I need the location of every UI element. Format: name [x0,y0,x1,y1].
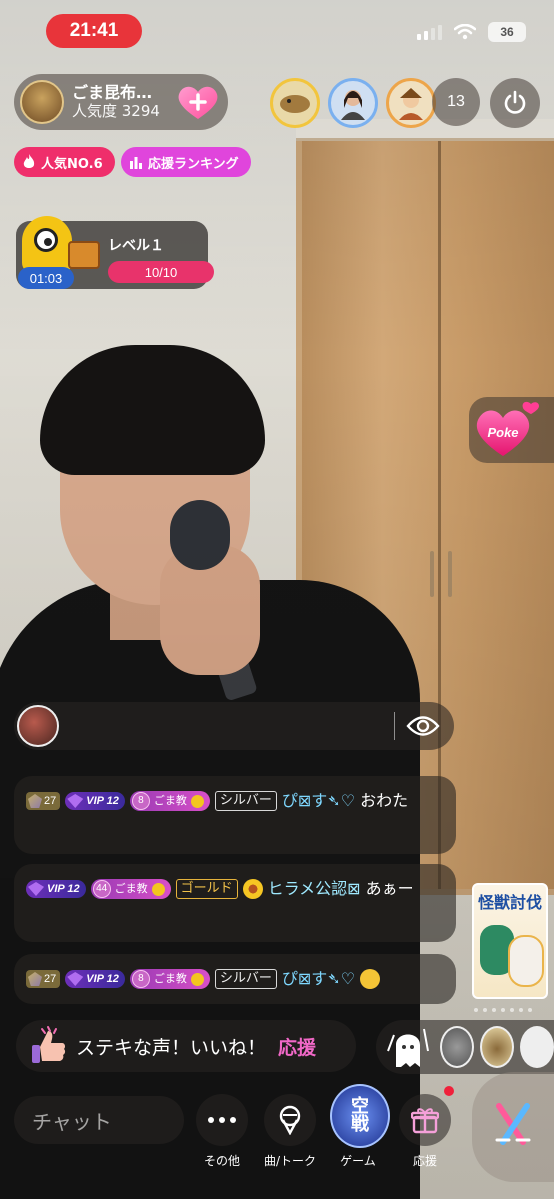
level-card[interactable]: 01:03 レベル１ 10/10 [16,216,214,289]
rank-badge: シルバー [214,969,277,989]
character-icon [508,935,544,987]
quick-reaction-button[interactable]: ステキな声！いいね！ 応援 [16,1020,356,1072]
bar-chart-icon [130,157,142,169]
user-level-badge: 27 [26,792,61,810]
notification-dot [444,1086,454,1096]
chat-message[interactable]: 27 VIP 12 8 ごま教 シルバー ぴ⊠す➴♡ おわた [14,776,456,854]
popularity-rank-label: 人気NO.6 [41,156,103,172]
top-gifter-avatar[interactable] [328,78,378,128]
top-gifter-avatar[interactable] [386,78,436,128]
viewer-avatar[interactable] [480,1026,514,1068]
more-dots-icon [208,1117,236,1123]
treasure-chest-icon [68,241,100,269]
game-icon-text: 空戦 [351,1096,369,1135]
game-button[interactable]: 空戦 [330,1084,390,1148]
song-talk-button[interactable] [264,1094,316,1146]
vip-badge: VIP 12 [26,880,86,898]
signal-icon [417,24,442,40]
host-profile[interactable]: ごま昆布… 人気度 3294 [14,74,228,130]
user-level-badge: 27 [26,970,61,988]
host-popularity: 人気度 3294 [72,101,160,120]
event-title: 怪獣討伐 [477,893,542,912]
microphone-icon [279,1105,301,1135]
vip-badge: VIP 12 [65,792,125,810]
commenter-avatar[interactable] [17,705,59,747]
top-gifter-avatar[interactable] [270,78,320,128]
gift-button[interactable] [399,1094,451,1146]
vip-badge: VIP 12 [65,970,125,988]
fan-club-badge: 44 ごま教 [90,879,171,899]
status-time: 21:41 [46,14,142,48]
more-button[interactable] [196,1094,248,1146]
chat-nickname[interactable]: ぴ⊠す➴♡ [282,962,355,996]
eye-icon[interactable] [406,711,440,741]
gift-icon [411,1108,439,1134]
mascot-icon [22,216,72,274]
follow-heart-icon[interactable] [176,83,220,121]
sunflower-icon [242,879,263,899]
fan-club-badge: 8 ごま教 [129,969,210,989]
host-name: ごま昆布… [72,83,153,103]
battle-button[interactable] [472,1072,554,1182]
chat-nickname[interactable]: ヒラメ公認⊠ [268,872,361,906]
viewer-avatar[interactable] [440,1026,474,1068]
chat-message[interactable]: VIP 12 44 ごま教 ゴールド ヒラメ公認⊠ あぁー [14,864,456,942]
thumbs-up-icon [32,1026,66,1063]
chat-input[interactable]: チャット [14,1096,184,1144]
top-gifters [270,78,436,128]
quick-reaction-text: ステキな声！いいね！ [76,1036,267,1059]
flame-icon [23,154,35,168]
poke-button[interactable]: Poke [469,397,554,463]
viewer-avatars-strip[interactable] [376,1020,554,1074]
poke-label: Poke [487,425,518,440]
power-icon [504,90,526,114]
event-banner[interactable]: 怪獣討伐 [472,883,548,999]
chat-nickname[interactable]: ぴ⊠す➴♡ [282,784,355,818]
support-ranking-badge[interactable]: 応援ランキング [121,147,251,177]
poke-heart-icon: Poke [476,401,539,456]
level-progress: 10/10 [108,261,214,283]
viewer-avatar[interactable] [520,1026,554,1068]
chat-text: あぁー [365,879,414,898]
exit-button[interactable] [490,78,540,128]
level-title: レベル１ [108,238,164,254]
rank-badge: ゴールド [175,879,238,899]
popularity-rank-badge[interactable]: 人気NO.6 [14,147,115,177]
status-icons: 36 [417,22,526,42]
crossed-swords-icon [495,1103,531,1145]
host-avatar[interactable] [20,80,64,124]
chat-message[interactable]: 27 VIP 12 8 ごま教 シルバー ぴ⊠す➴♡ [14,954,456,1004]
comment-preview-bar[interactable] [14,702,454,750]
ghost-icon [382,1021,434,1073]
gift-label: 応援 [412,1154,437,1168]
viewer-count[interactable]: 13 [432,78,480,126]
fan-club-badge: 8 ごま教 [129,791,210,811]
quick-reaction-support[interactable]: 応援 [278,1033,316,1060]
level-timer: 01:03 [18,267,74,289]
support-ranking-label: 応援ランキング [148,156,239,172]
chat-text: おわた [360,791,409,810]
shushing-face-emoji [360,969,381,989]
wifi-icon [454,24,476,40]
banner-page-dots [474,1008,532,1012]
battery-icon: 36 [488,22,526,42]
rank-badge: シルバー [214,791,277,811]
